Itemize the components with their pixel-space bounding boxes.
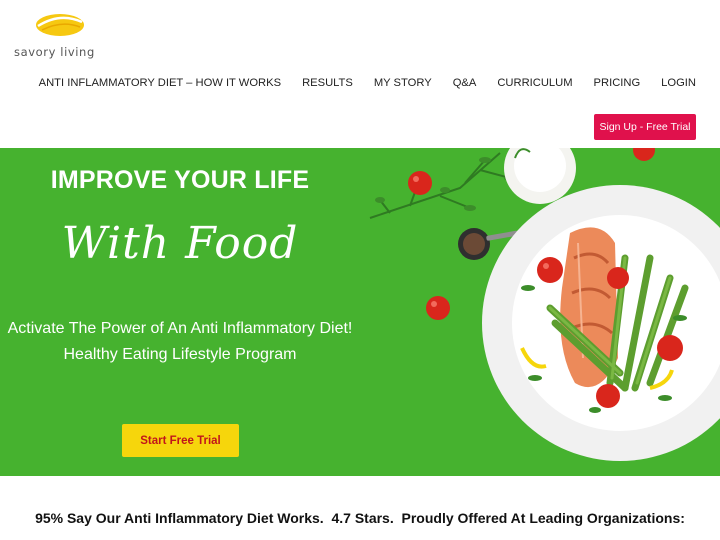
- leaf-logo-icon: [36, 14, 84, 36]
- start-free-trial-button[interactable]: Start Free Trial: [122, 424, 239, 457]
- savory-living-logo[interactable]: savory living: [12, 8, 108, 59]
- hero-banner: IMPROVE YOUR LIFE With Food Activate The…: [0, 148, 720, 476]
- logo-text: savory living: [14, 45, 95, 59]
- nav-item-how-it-works[interactable]: ANTI INFLAMMATORY DIET – HOW IT WORKS: [39, 77, 281, 89]
- nav-item-results[interactable]: RESULTS: [302, 77, 353, 89]
- hero-subtitle: Activate The Power of An Anti Inflammato…: [0, 316, 360, 368]
- site-header: savory living ANTI INFLAMMATORY DIET – H…: [0, 0, 720, 148]
- nav-item-pricing[interactable]: PRICING: [594, 77, 641, 89]
- nav-item-my-story[interactable]: MY STORY: [374, 77, 432, 89]
- salmon-plate-image: [369, 148, 720, 461]
- social-proof-tagline: 95% Say Our Anti Inflammatory Diet Works…: [35, 510, 685, 526]
- main-nav: ANTI INFLAMMATORY DIET – HOW IT WORKS RE…: [39, 77, 696, 89]
- nav-item-qa[interactable]: Q&A: [453, 77, 477, 89]
- nav-item-curriculum[interactable]: CURRICULUM: [497, 77, 572, 89]
- signup-free-trial-button[interactable]: Sign Up - Free Trial: [594, 114, 696, 140]
- hero-script-heading: With Food: [61, 218, 299, 269]
- hero-subtitle-line2: Healthy Eating Lifestyle Program: [63, 346, 297, 363]
- hero-title: IMPROVE YOUR LIFE: [50, 166, 310, 194]
- hero-subtitle-line1: Activate The Power of An Anti Inflammato…: [7, 320, 353, 337]
- nav-item-login[interactable]: LOGIN: [661, 77, 696, 89]
